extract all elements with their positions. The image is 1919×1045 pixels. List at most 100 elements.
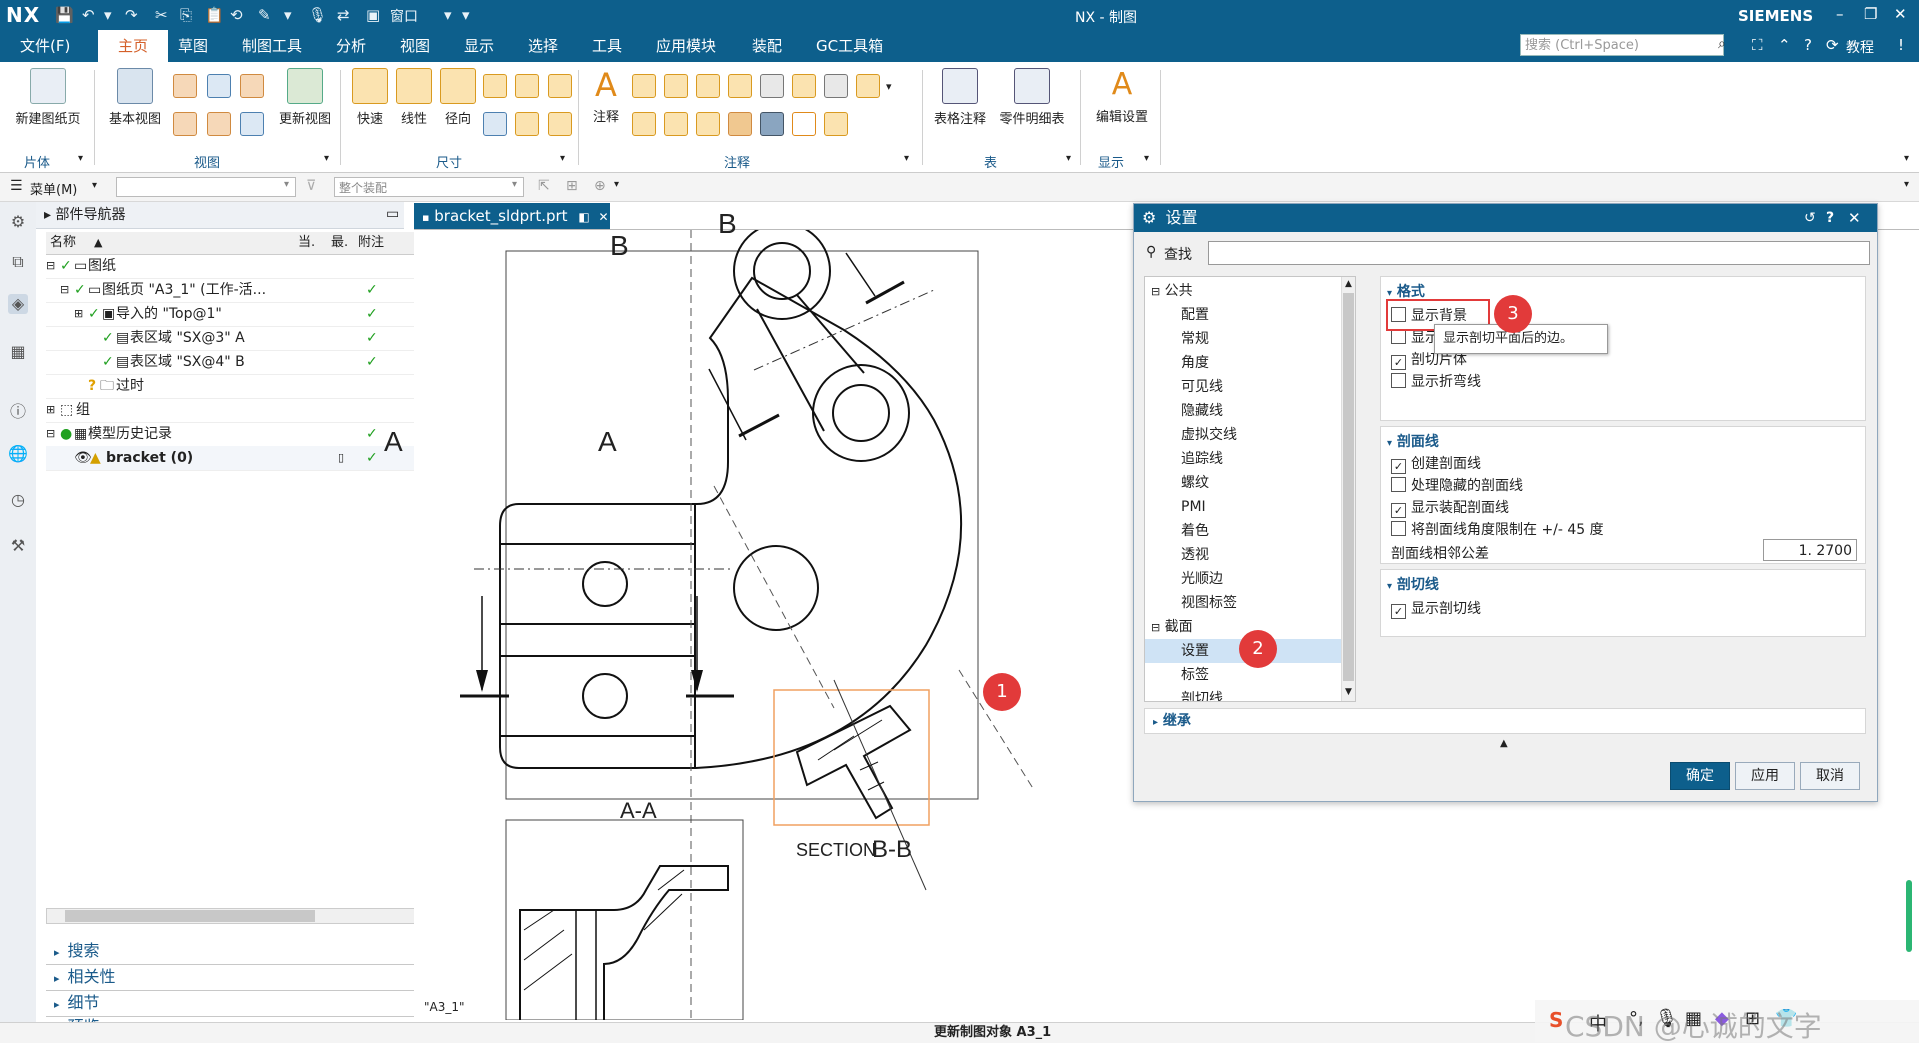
search-icon[interactable]: ⌕ [1718,36,1726,52]
checkbox-box[interactable]: ✓ [1391,355,1406,370]
tree-row-group[interactable]: ⊞ ⬚ 组 [46,398,436,423]
group-dropdown-icon[interactable]: ▾ [1066,153,1071,164]
tree-item-hidden-lines[interactable]: 隐藏线 [1145,399,1355,423]
restore-icon[interactable]: ❐ [1864,5,1877,23]
tree-item-view-label[interactable]: 视图标签 [1145,591,1355,615]
arc-length-icon[interactable] [483,112,507,136]
tree-row-sheet[interactable]: ⊟ ✓ ▭ 图纸页 "A3_1" (工作-活... ✓ [46,278,436,303]
repeat-command-icon[interactable]: ⟲ [230,6,243,24]
type-filter-dropdown-icon[interactable]: ▾ [284,179,289,190]
group-dropdown-icon[interactable]: ▾ [1144,153,1149,164]
tree-row-imported-view[interactable]: ⊞ ✓ ▣ 导入的 "Top@1" ✓ [46,302,436,327]
assembly-filter-dropdown-icon[interactable]: ▾ [512,179,517,190]
base-view-button[interactable]: 基本视图 [100,68,170,127]
column-notes[interactable]: 附注 [358,232,384,254]
magnify-icon[interactable] [664,112,688,136]
group-dropdown-icon[interactable]: ▾ [904,153,909,164]
roles-icon[interactable]: ⚒ [8,536,28,556]
ok-button[interactable]: 确定 [1670,762,1730,790]
fullscreen-icon[interactable]: ⛶ [1752,36,1763,54]
show-bend-lines-checkbox[interactable]: 显示折弯线 [1391,373,1481,391]
break-view-icon[interactable] [173,112,197,136]
cut-icon[interactable]: ✂ [155,6,168,24]
hatch-tolerance-input[interactable]: 1. 2700 [1763,539,1857,561]
create-hatch-checkbox[interactable]: ✓ 创建剖面线 [1391,455,1481,474]
history-icon[interactable]: ◷ [8,490,28,510]
new-sheet-button[interactable]: 新建图纸页 [8,68,88,127]
selection-scope-icon[interactable]: ⇱ [538,178,550,194]
detail-view-icon[interactable] [207,74,231,98]
tree-group-section[interactable]: ⊟ 截面 [1145,615,1340,639]
datum-target-icon[interactable] [728,74,752,98]
tab-application[interactable]: 应用模块 [650,30,722,62]
column-name[interactable]: 名称 [50,232,76,254]
hatch-icon[interactable] [728,112,752,136]
thickness-dimension-icon[interactable] [548,74,572,98]
minimize-icon[interactable]: – [1836,5,1844,23]
view-boundary-icon[interactable] [240,112,264,136]
group-label-annotation[interactable]: 注释 [724,152,750,171]
type-filter-select[interactable] [116,177,296,197]
window-menu[interactable]: 窗口 [390,6,418,26]
checkbox-box[interactable]: ✓ [1391,459,1406,474]
document-tab[interactable]: ▪ bracket_sldprt.prt ◧ ✕ [414,203,610,229]
angular-dimension-icon[interactable] [483,74,507,98]
cross-icon[interactable] [792,112,816,136]
tree-row-outdated[interactable]: ? 🗀 过时 [46,374,436,399]
format-panel-header[interactable]: ▾ 格式 [1387,281,1425,301]
paste-icon[interactable]: 📋 [205,6,224,24]
edit-settings-button[interactable]: A 编辑设置 [1090,68,1154,126]
switch-window-icon[interactable]: ⇄ [337,6,350,24]
window-icon[interactable]: ▣ [366,6,380,24]
maximize-icon[interactable]: ▭ [386,206,399,222]
checkbox-box[interactable]: ✓ [1391,604,1406,619]
undo-icon[interactable]: ↶ [82,6,95,24]
sort-ascending-icon[interactable]: ▲ [94,232,102,254]
redo-icon[interactable]: ↷ [125,6,138,24]
assembly-navigator-icon[interactable]: ⧉ [8,252,28,272]
inherit-section[interactable]: ▸ 继承 [1144,708,1866,734]
group-label-dimension[interactable]: 尺寸 [436,152,462,171]
alert-icon[interactable]: ! [1898,36,1904,54]
ordinate-dimension-icon[interactable] [515,112,539,136]
pin-icon[interactable]: ◧ [578,210,589,224]
menu-dropdown-icon[interactable]: ▾ [92,180,97,191]
show-cutline-checkbox[interactable]: ✓ 显示剖切线 [1391,600,1481,619]
customize-icon[interactable]: ▾ [462,6,470,24]
ribbon-options-dropdown-icon[interactable]: ▾ [1904,153,1909,164]
surface-finish-icon[interactable] [664,74,688,98]
copy-icon[interactable]: ⎘ [180,6,192,24]
linear-dimension-button[interactable]: 线性 [396,68,432,127]
tree-item-trace-lines[interactable]: 追踪线 [1145,447,1355,471]
filter-icon[interactable]: ⊽ [306,178,316,194]
tree-row-table-region-b[interactable]: ✓ ▤ 表区域 "SX@4" B ✓ [46,350,436,375]
checkbox-box[interactable]: ✓ [1391,503,1406,518]
cancel-button[interactable]: 取消 [1800,762,1860,790]
tab-gc-toolbox[interactable]: GC工具箱 [810,30,889,62]
chamfer-dimension-icon[interactable] [515,74,539,98]
tree-item-virtual-intersection[interactable]: 虚拟交线 [1145,423,1355,447]
part-navigator-icon[interactable]: ◈ [8,294,28,314]
dropdown-icon[interactable]: ▾ [284,6,292,24]
tab-analysis[interactable]: 分析 [330,30,372,62]
balloon-icon[interactable] [696,112,720,136]
coordinate-icon[interactable] [548,112,572,136]
help-icon[interactable]: ? [1826,210,1834,226]
checkbox-box[interactable] [1391,373,1406,388]
tree-group-common[interactable]: ⊟ 公共 [1145,279,1340,303]
undo-dropdown-icon[interactable]: ▾ [104,6,112,24]
tab-sketch[interactable]: 草图 [172,30,214,62]
update-view-button[interactable]: 更新视图 [270,68,340,127]
intersection-symbol-icon[interactable] [856,74,880,98]
info-icon[interactable]: ⓘ [8,398,28,421]
tree-row-model-history[interactable]: ⊟ ● ▦ 模型历史记录 ✓ [46,422,436,447]
tab-assembly[interactable]: 装配 [746,30,788,62]
tab-tools[interactable]: 工具 [586,30,628,62]
tree-item-section-line[interactable]: 剖切线 [1145,687,1355,701]
tree-item-pmi[interactable]: PMI [1145,495,1355,519]
checkbox-box[interactable] [1391,521,1406,536]
tab-view[interactable]: 视图 [394,30,436,62]
tab-select[interactable]: 选择 [522,30,564,62]
collapse-icon[interactable]: ⊟ [46,422,55,446]
tree-item-thread[interactable]: 螺纹 [1145,471,1355,495]
